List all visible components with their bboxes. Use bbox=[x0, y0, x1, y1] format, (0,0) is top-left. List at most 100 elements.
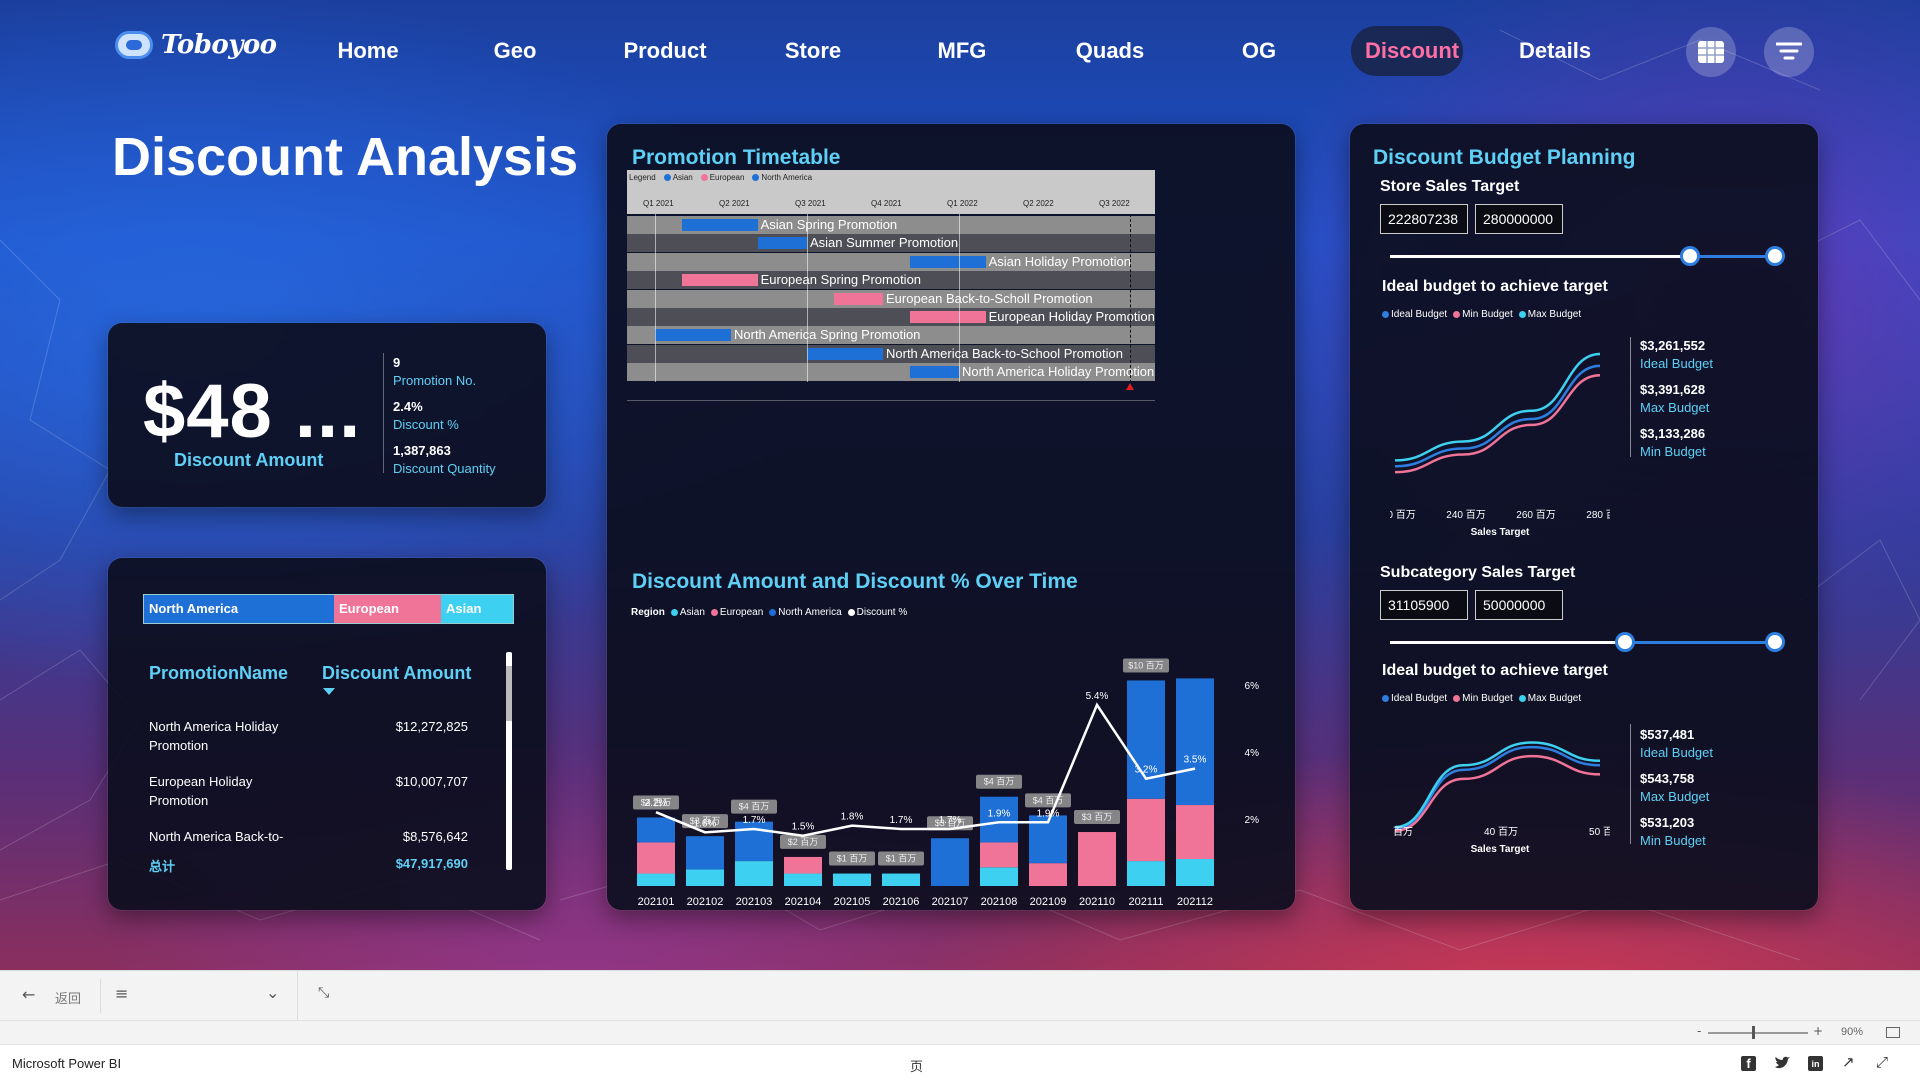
gantt-row[interactable]: North America Spring Promotion bbox=[627, 326, 1155, 345]
bar-segment-north-america bbox=[686, 836, 724, 870]
slider-min-handle[interactable] bbox=[1680, 246, 1701, 266]
slider-track-inactive[interactable] bbox=[1390, 255, 1691, 258]
sub-target-max-input[interactable]: 50000000 bbox=[1475, 590, 1563, 620]
x-tick-label: 202111 bbox=[1128, 896, 1163, 908]
slider-track-inactive[interactable] bbox=[1390, 641, 1625, 644]
nav-discount[interactable]: Discount bbox=[1351, 26, 1463, 76]
col-header-discount-amount[interactable]: Discount Amount bbox=[322, 663, 471, 684]
col-header-promotion-name[interactable]: PromotionName bbox=[149, 663, 288, 684]
zoom-out-icon[interactable]: - bbox=[1697, 1024, 1701, 1038]
store-target-max-input[interactable]: 280000000 bbox=[1475, 204, 1563, 234]
nav-quads[interactable]: Quads bbox=[1074, 26, 1146, 76]
middle-card: Promotion Timetable Legend Asian Europea… bbox=[607, 124, 1295, 910]
store-ideal-label: Ideal Budget bbox=[1640, 356, 1714, 371]
x-tick-label: 202110 bbox=[1079, 896, 1115, 908]
bar-segment-north-america bbox=[931, 838, 969, 886]
timetable-title: Promotion Timetable bbox=[632, 146, 841, 169]
gantt-bar[interactable] bbox=[757, 237, 807, 250]
linkedin-icon[interactable]: in bbox=[1808, 1056, 1823, 1071]
grid-button[interactable] bbox=[1686, 27, 1736, 77]
share-icon[interactable]: ↗ bbox=[1842, 1053, 1855, 1071]
zoom-in-icon[interactable]: + bbox=[1813, 1024, 1823, 1038]
bar-total-label: $10 百万 bbox=[1123, 658, 1169, 673]
gantt-bar[interactable] bbox=[833, 292, 883, 305]
nav-home[interactable]: Home bbox=[336, 26, 400, 76]
back-button[interactable]: 返回 bbox=[55, 988, 81, 1007]
slider-track-active[interactable] bbox=[1690, 255, 1775, 258]
nav-og[interactable]: OG bbox=[1240, 26, 1278, 76]
legend-european-dot-icon bbox=[710, 609, 718, 616]
promotion-no-label: Promotion No. bbox=[393, 373, 477, 388]
sub-budget-legend: Ideal Budget Min Budget Max Budget bbox=[1382, 693, 1581, 704]
gantt-bar[interactable] bbox=[909, 366, 959, 379]
sub-target-min-input[interactable]: 31105900 bbox=[1380, 590, 1468, 620]
region-european[interactable]: European bbox=[334, 595, 441, 623]
gantt-bar[interactable] bbox=[909, 255, 986, 268]
gantt-row[interactable]: North America Back-to-School Promotion bbox=[627, 344, 1155, 363]
gantt-row[interactable]: Asian Holiday Promotion bbox=[627, 252, 1155, 271]
x-tick-label: 202103 bbox=[736, 896, 773, 908]
max-dot-icon bbox=[1518, 311, 1526, 318]
x-tick-label: 202104 bbox=[785, 896, 822, 908]
gantt-bar[interactable] bbox=[807, 347, 883, 360]
back-arrow-icon[interactable]: ← bbox=[22, 985, 35, 1004]
sort-desc-icon[interactable] bbox=[323, 688, 335, 695]
gantt-bar[interactable] bbox=[681, 219, 758, 231]
zoom-level: 90% bbox=[1841, 1026, 1864, 1038]
zoom-slider[interactable] bbox=[1708, 1032, 1808, 1034]
gantt-bar-label: North America Spring Promotion bbox=[734, 327, 921, 343]
budget-title: Discount Budget Planning bbox=[1373, 146, 1636, 169]
x-tick-label: 280 百万 bbox=[1586, 509, 1610, 521]
scrollbar-thumb[interactable] bbox=[506, 666, 512, 721]
bar-segment-asian bbox=[1176, 859, 1214, 886]
table-row-2-name-line2: Promotion bbox=[149, 793, 209, 808]
fullscreen-icon[interactable]: ⤢ bbox=[1876, 1053, 1888, 1071]
table-row-2-amount: $10,007,707 bbox=[395, 774, 468, 789]
facebook-icon[interactable]: f bbox=[1741, 1056, 1756, 1071]
page-indicator: 页 bbox=[910, 1059, 924, 1074]
gantt-row[interactable]: North America Holiday Promotion bbox=[627, 363, 1155, 382]
slider-track-active[interactable] bbox=[1624, 641, 1775, 644]
gantt-row[interactable]: Asian Spring Promotion bbox=[627, 216, 1155, 234]
gantt-row[interactable]: European Holiday Promotion bbox=[627, 308, 1155, 326]
line-point-label: 1.7% bbox=[890, 815, 913, 826]
sub-target-slider[interactable] bbox=[1390, 631, 1785, 655]
store-target-min-input[interactable]: 222807238 bbox=[1380, 204, 1468, 234]
table-row-3-name-line1: North America Back-to- bbox=[149, 829, 284, 844]
filter-button[interactable] bbox=[1764, 27, 1814, 77]
zoom-slider-thumb[interactable] bbox=[1752, 1026, 1755, 1039]
gantt-bar-label: European Spring Promotion bbox=[760, 272, 922, 288]
gantt-row[interactable]: European Spring Promotion bbox=[627, 271, 1155, 290]
table-scrollbar[interactable] bbox=[506, 652, 512, 870]
pages-list-icon[interactable]: ≡ bbox=[115, 984, 128, 1003]
gantt-bar[interactable] bbox=[655, 329, 731, 342]
region-north-america[interactable]: North America bbox=[144, 595, 334, 623]
slider-max-handle[interactable] bbox=[1765, 246, 1785, 266]
twitter-icon[interactable] bbox=[1774, 1056, 1790, 1070]
slider-max-handle[interactable] bbox=[1765, 632, 1785, 652]
store-target-slider[interactable] bbox=[1390, 245, 1785, 269]
bar-total-label: $4 百万 bbox=[731, 799, 777, 814]
north-america-dot-icon bbox=[752, 174, 760, 181]
y2-tick-label: 4% bbox=[1245, 748, 1260, 759]
nav-geo[interactable]: Geo bbox=[490, 26, 540, 76]
gantt-row[interactable]: Asian Summer Promotion bbox=[627, 234, 1155, 253]
bar-segment-european bbox=[1127, 798, 1165, 862]
chevron-down-icon[interactable]: ⌄ bbox=[266, 983, 279, 1002]
region-asian[interactable]: Asian bbox=[441, 595, 513, 623]
bar-segment-european bbox=[1029, 863, 1067, 886]
exit-fullscreen-icon[interactable]: ⤡ bbox=[318, 985, 329, 1001]
legend-asian-dot-icon bbox=[670, 609, 678, 616]
gantt-bar-label: North America Back-to-School Promotion bbox=[886, 345, 1123, 361]
nav-product[interactable]: Product bbox=[622, 26, 708, 76]
gantt-bar[interactable] bbox=[909, 311, 986, 323]
gantt-bar[interactable] bbox=[681, 274, 758, 287]
nav-store[interactable]: Store bbox=[782, 26, 844, 76]
slider-min-handle[interactable] bbox=[1614, 632, 1635, 652]
fit-to-page-icon[interactable] bbox=[1886, 1027, 1900, 1038]
gantt-row[interactable]: European Back-to-Scholl Promotion bbox=[627, 289, 1155, 308]
page-title: Discount Analysis bbox=[112, 127, 579, 187]
nav-details[interactable]: Details bbox=[1519, 26, 1591, 76]
nav-mfg[interactable]: MFG bbox=[934, 26, 990, 76]
report-canvas: Toboyoo Home Geo Product Store MFG Quads… bbox=[0, 0, 1920, 970]
